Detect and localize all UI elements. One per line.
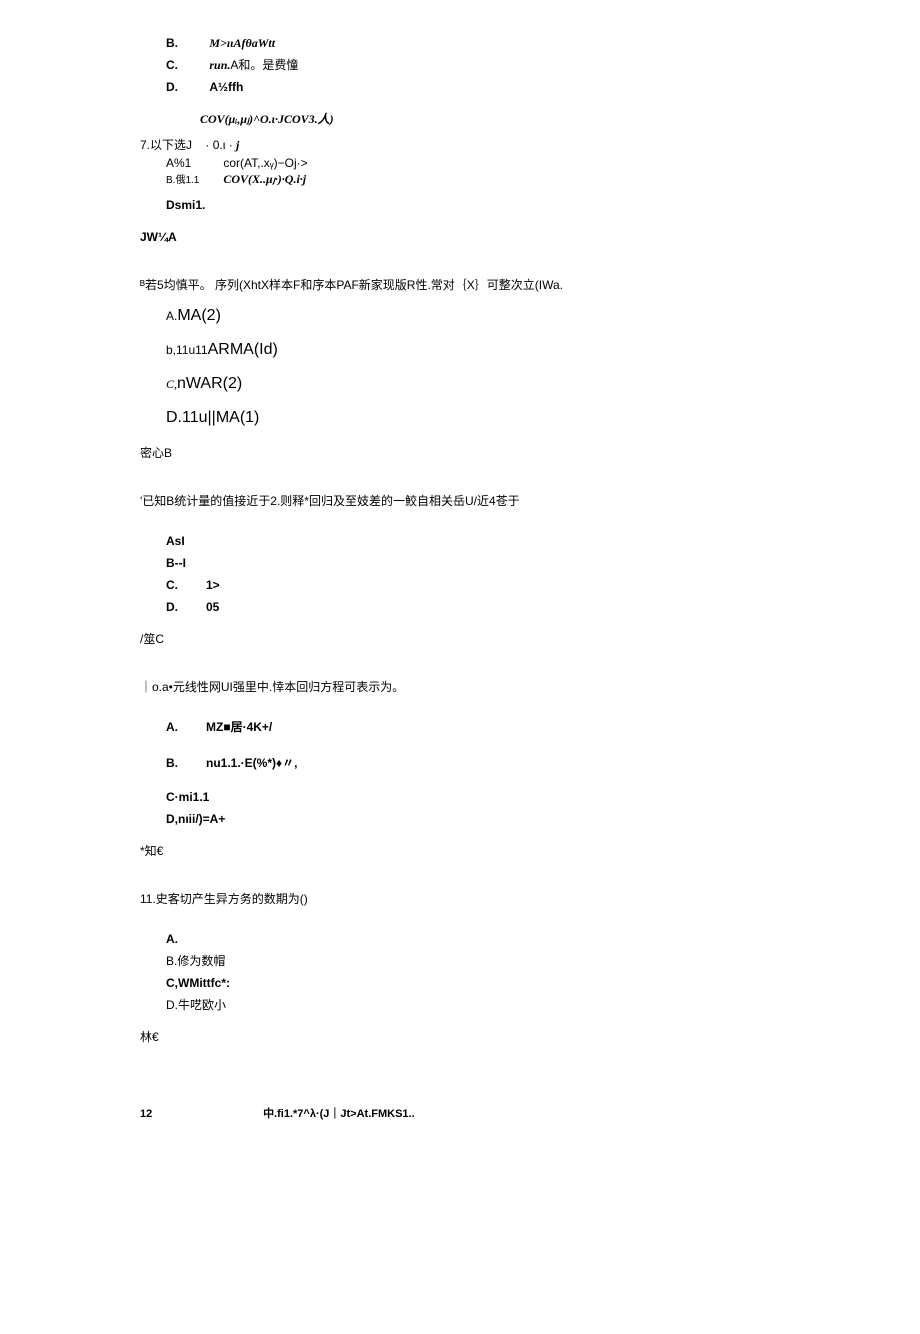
page-number: 12	[140, 1106, 260, 1123]
q10-option-d: D,nıii/)=A+	[166, 810, 780, 828]
option-label: B.	[166, 34, 206, 52]
q8-answer: 密心B	[140, 444, 780, 462]
q6-option-b: B. M>ıιAfθaWtt	[166, 34, 780, 52]
option-text: run.A和。是费憧	[209, 56, 298, 74]
q8-option-b: b,11u11ARMA(Id)	[166, 338, 780, 362]
q8-option-d: D.11u||MA(1)	[166, 406, 780, 430]
q11-option-c: C,WMittfc*:	[166, 974, 780, 992]
question-11: 11.史客切产生异方务的数期为() A. B.修为数帽 C,WMittfc*: …	[140, 890, 780, 1014]
q7-line-b: B.俄1.1 COV(X..μⱼ·)·Q.i·j	[166, 170, 780, 188]
q11-option-d: D.牛呓欧小	[166, 996, 780, 1014]
q6-option-c: C. run.A和。是费憧	[166, 56, 780, 74]
option-text: M>ıιAfθaWtt	[209, 34, 275, 52]
option-text: A½ffh	[209, 78, 243, 96]
q10-prompt: ｜o.a•元线性网UI强里中.悻本回归方程可表示为。	[140, 678, 780, 696]
q9-option-d: D.05	[166, 598, 780, 616]
q11-option-b: B.修为数帽	[166, 952, 780, 970]
q10-option-a: A.MZ■居·4K+/	[166, 718, 780, 736]
q8-option-a: A.MA(2)	[166, 304, 780, 328]
q8-option-c: C,nWAR(2)	[166, 372, 780, 396]
q9-option-a: AsI	[166, 532, 780, 550]
q7-line-d: Dsmi1.	[166, 196, 780, 214]
q11-prompt: 11.史客切产生异方务的数期为()	[140, 890, 780, 908]
question-10: ｜o.a•元线性网UI强里中.悻本回归方程可表示为。 A.MZ■居·4K+/ B…	[140, 678, 780, 828]
q9-option-c: C.1>	[166, 576, 780, 594]
q11-answer: 林€	[140, 1028, 780, 1046]
q11-option-a: A.	[166, 930, 780, 948]
document-page: B. M>ıιAfθaWtt C. run.A和。是费憧 D. A½ffh CO…	[0, 0, 920, 1143]
question-7: 7.以下选J · 0.ι · j A%1 cor(AT,.xᵧ)−Oj·> B.…	[140, 136, 780, 214]
q8-prompt: ᴮ若5均慎平。 序列(XhtX样本F和序本PAF新家现版R性.常对｛X｝可整次立…	[140, 276, 780, 294]
q9-prompt: '已知B统计量的值接近于2.则释*回归及至妓差的一鮫自相关岳U/近4苍于	[140, 492, 780, 510]
page-footer: 12 中.fi1.*7^λ·(J｜Jt>At.FMKS1..	[140, 1106, 780, 1123]
q7-answer: JW¼A	[140, 228, 780, 246]
q10-answer: *知€	[140, 842, 780, 860]
option-label: D.	[166, 78, 206, 96]
q10-option-b: B.nu1.1.·E(%*)♦〃,	[166, 754, 780, 772]
question-9: '已知B统计量的值接近于2.则释*回归及至妓差的一鮫自相关岳U/近4苍于 AsI…	[140, 492, 780, 616]
q7-prompt: 7.以下选J · 0.ι · j	[140, 136, 780, 154]
option-label: C.	[166, 56, 206, 74]
q10-option-c: C·mi1.1	[166, 788, 780, 806]
footer-text: 中.fi1.*7^λ·(J｜Jt>At.FMKS1..	[263, 1106, 415, 1123]
q9-option-b: B--I	[166, 554, 780, 572]
q9-answer: /筮C	[140, 630, 780, 648]
question-8: ᴮ若5均慎平。 序列(XhtX样本F和序本PAF新家现版R性.常对｛X｝可整次立…	[140, 276, 780, 430]
formula-cov: COV(μᵢ,μⱼ)^O.ι·JCOV3.人)	[200, 110, 780, 128]
q6-option-d: D. A½ffh	[166, 78, 780, 96]
